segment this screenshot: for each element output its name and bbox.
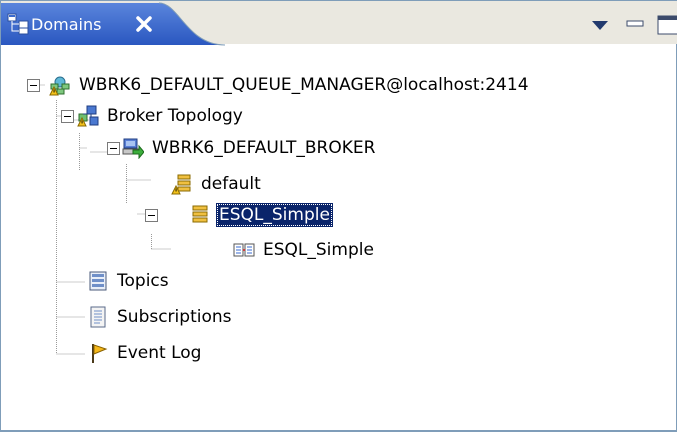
close-icon[interactable] <box>135 15 153 33</box>
event-log-flag-icon <box>92 344 108 363</box>
execution-group-warning-icon <box>171 174 191 195</box>
tree-item-broker[interactable]: WBRK6_DEFAULT_BROKER <box>122 133 377 163</box>
tab-domains-label: Domains <box>31 15 102 34</box>
domains-view: Domains WBRK6_DEFAULT_QUEUE_MANAGER@loca… <box>0 0 677 432</box>
tree-item-label: WBRK6_DEFAULT_BROKER <box>152 138 376 158</box>
tree-item-label: Event Log <box>117 343 202 363</box>
view-tab-strip: Domains <box>1 0 677 46</box>
tree-item-event-log[interactable]: Event Log <box>87 338 203 368</box>
queue-manager-warning-icon <box>49 76 70 96</box>
tab-domains[interactable]: Domains <box>1 1 225 49</box>
collapse-toggle-broker[interactable] <box>107 142 120 155</box>
tree-item-label: default <box>201 174 261 194</box>
execution-group-icon <box>192 205 208 223</box>
domains-tree: WBRK6_DEFAULT_QUEUE_MANAGER@localhost:24… <box>1 44 675 430</box>
message-flow-icon <box>233 243 255 257</box>
tree-item-subscriptions[interactable]: Subscriptions <box>87 302 233 332</box>
tree-item-execution-group-esql-simple[interactable]: ESQL_Simple <box>189 200 332 230</box>
tree-item-label-selected: ESQL_Simple <box>217 204 332 226</box>
collapse-toggle-queue-manager[interactable] <box>27 79 40 92</box>
tree-item-topics[interactable]: Topics <box>87 266 171 296</box>
broker-topology-warning-icon <box>77 105 99 127</box>
tree-item-message-flow-esql-simple[interactable]: ESQL_Simple <box>233 235 376 265</box>
tree-item-execution-group-default[interactable]: default <box>171 169 263 199</box>
subscriptions-icon <box>90 306 106 328</box>
collapse-toggle-broker-topology[interactable] <box>61 110 74 123</box>
maximize-icon[interactable] <box>656 14 677 36</box>
tree-item-broker-topology[interactable]: Broker Topology <box>77 101 245 131</box>
tree-item-queue-manager[interactable]: WBRK6_DEFAULT_QUEUE_MANAGER@localhost:24… <box>49 70 531 100</box>
tree-item-label: Broker Topology <box>107 106 243 126</box>
tree-item-label: Topics <box>117 271 169 291</box>
tree-item-label: Subscriptions <box>117 307 232 327</box>
minimize-icon[interactable] <box>626 19 644 29</box>
topics-icon <box>89 271 107 291</box>
broker-icon <box>122 138 144 159</box>
tree-item-label: WBRK6_DEFAULT_QUEUE_MANAGER@localhost:24… <box>79 75 529 95</box>
view-menu-icon[interactable] <box>589 17 611 33</box>
collapse-toggle-esql-simple[interactable] <box>145 209 158 222</box>
domains-icon <box>7 13 29 35</box>
tree-item-label: ESQL_Simple <box>263 240 374 260</box>
